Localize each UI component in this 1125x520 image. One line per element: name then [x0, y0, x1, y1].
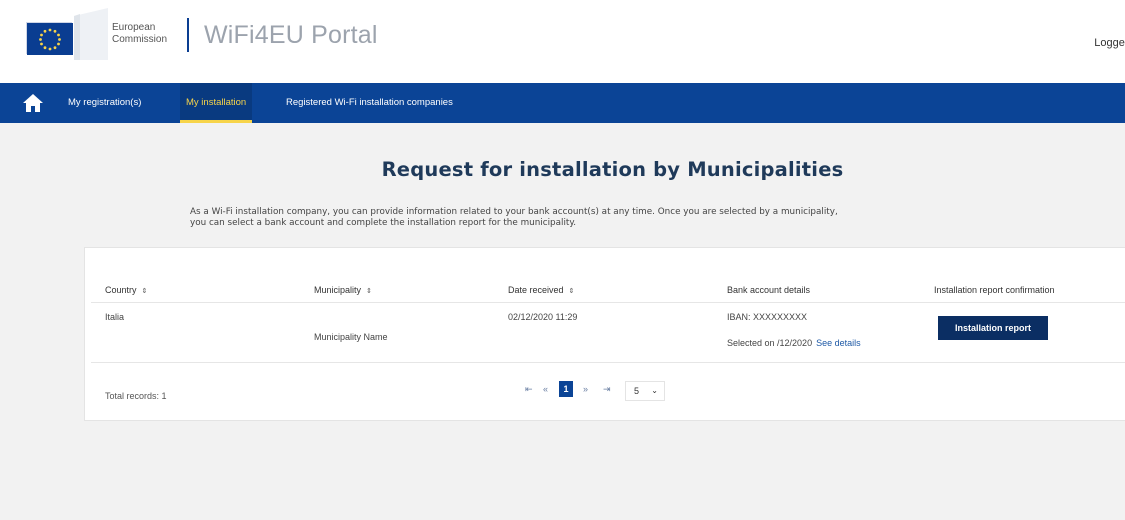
nav-registered-companies[interactable]: Registered Wi-Fi installation companies	[280, 83, 459, 123]
sort-icon: ⇕	[141, 288, 148, 295]
cell-date-received: 02/12/2020 11:29	[508, 312, 578, 322]
next-page-icon[interactable]: »	[583, 384, 588, 394]
column-header-date-received[interactable]: Date received ⇕	[508, 285, 574, 295]
column-header-installation-report: Installation report confirmation	[934, 285, 1055, 295]
column-header-label: Date received	[508, 285, 564, 295]
column-header-label: Country	[105, 285, 137, 295]
header-divider	[91, 302, 1125, 303]
intro-line-2: you can select a bank account and comple…	[190, 218, 577, 228]
logo-divider	[187, 18, 189, 52]
commission-logo-text: European Commission	[112, 22, 167, 46]
current-page-button[interactable]: 1	[559, 381, 573, 397]
page-size-value: 5	[634, 386, 640, 396]
prev-page-icon[interactable]: «	[543, 384, 548, 394]
column-header-label: Bank account details	[727, 285, 811, 295]
eu-flag-icon	[26, 22, 73, 55]
cell-iban: IBAN: XXXXXXXXX	[727, 312, 808, 322]
see-details-link[interactable]: See details	[816, 338, 861, 348]
first-page-icon[interactable]: ⇤	[525, 384, 533, 395]
column-header-bank-account: Bank account details	[727, 285, 810, 295]
row-divider	[91, 362, 1125, 363]
page-title: Request for installation by Municipaliti…	[381, 158, 844, 181]
nav-my-registrations[interactable]: My registration(s)	[62, 83, 147, 123]
sort-icon: ⇕	[366, 288, 372, 295]
main-navbar: My registration(s) My installation Regis…	[0, 83, 1125, 123]
portal-title: WiFi4EU Portal	[204, 21, 378, 49]
logo-line-2: Commission	[112, 34, 168, 45]
page-size-select[interactable]: 5 ⌄	[625, 381, 665, 401]
column-header-municipality[interactable]: Municipality ⇕	[314, 285, 372, 295]
commission-logo-shape	[74, 8, 108, 60]
cell-selected-on: Selected on /12/2020 See details	[727, 338, 861, 348]
header: European Commission WiFi4EU Portal Logge…	[0, 0, 1125, 83]
column-header-label: Municipality	[314, 285, 362, 295]
logged-in-label[interactable]: Logged	[1094, 37, 1125, 49]
selected-on-text: Selected on /12/2020	[727, 338, 813, 348]
cell-municipality: Municipality Name	[314, 332, 388, 342]
requests-table-card: Country ⇕ Municipality ⇕ Date received ⇕ Ba…	[84, 247, 1125, 421]
installation-report-button[interactable]: Installation report	[938, 316, 1048, 340]
column-header-label: Installation report confirmation	[934, 285, 1055, 295]
cell-country: Italia	[105, 312, 125, 322]
last-page-icon[interactable]: ⇥	[603, 384, 611, 395]
intro-line-1: As a Wi-Fi installation company, you can…	[190, 207, 838, 217]
chevron-down-icon: ⌄	[651, 386, 658, 395]
home-icon[interactable]	[22, 93, 44, 113]
total-records: Total records: 1	[105, 391, 167, 401]
column-header-country[interactable]: Country ⇕	[105, 285, 147, 295]
intro-text: As a Wi-Fi installation company, you can…	[190, 207, 1070, 229]
sort-icon: ⇕	[568, 288, 575, 295]
logo-line-1: European	[112, 22, 156, 33]
nav-my-installation[interactable]: My installation	[180, 83, 253, 123]
